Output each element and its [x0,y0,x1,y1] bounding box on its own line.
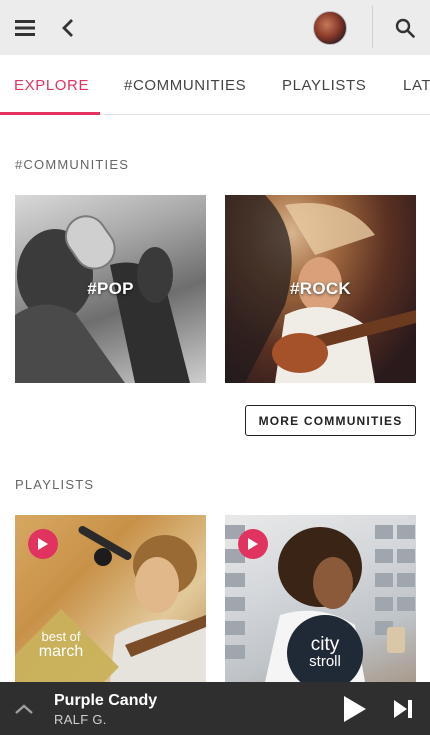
chevron-left-icon [62,18,73,37]
tab-playlists[interactable]: PLAYLISTS [282,55,366,114]
community-label-rock: #ROCK [289,279,351,298]
play-icon [248,538,258,550]
user-avatar [313,10,347,45]
track-artist: RALF G. [54,712,107,727]
back-button[interactable] [50,0,86,55]
chevron-up-icon [15,704,33,714]
badge-line-1: best of [41,629,81,644]
mini-player: Purple Candy RALF G. [0,682,430,735]
playlist-tile-best-of-march[interactable]: best of march [15,515,206,682]
best-of-march-badge-text: best of march [15,630,107,660]
tab-communities[interactable]: #COMMUNITIES [124,55,246,114]
active-tab-indicator [0,112,100,115]
top-app-bar [0,0,430,55]
community-tile-pop[interactable]: #POP [15,195,206,383]
play-icon [38,538,48,550]
skip-next-icon [394,700,412,718]
playlists-heading: PLAYLISTS [15,477,95,492]
communities-heading: #COMMUNITIES [15,157,130,172]
avatar-button[interactable] [310,0,350,55]
app-screen: EXPLORE #COMMUNITIES PLAYLISTS LAT #COMM… [0,0,430,735]
tab-explore[interactable]: EXPLORE [14,55,89,114]
tab-bar: EXPLORE #COMMUNITIES PLAYLISTS LAT [0,55,430,115]
player-play-button[interactable] [338,692,372,726]
badge-line-2: march [38,643,84,660]
community-tile-rock[interactable]: #ROCK [225,195,416,383]
search-button[interactable] [384,0,426,55]
tab-latest[interactable]: LAT [403,55,430,114]
expand-player-button[interactable] [10,695,38,723]
playlist-play-button-1[interactable] [28,529,58,559]
hamburger-menu-icon [15,19,35,36]
city-stroll-badge: city stroll [287,615,363,682]
track-title: Purple Candy [54,692,158,709]
search-icon [395,18,415,38]
playlist-play-button-2[interactable] [238,529,268,559]
play-icon [344,696,366,722]
badge-line-2: stroll [309,653,341,670]
appbar-divider [372,6,373,48]
player-next-button[interactable] [386,692,420,726]
menu-button[interactable] [6,0,44,55]
badge-line-1: city [310,634,340,655]
more-communities-button[interactable]: MORE COMMUNITIES [245,405,416,436]
community-label-pop: #POP [87,279,134,298]
playlist-tile-city-stroll[interactable]: city stroll [225,515,416,682]
